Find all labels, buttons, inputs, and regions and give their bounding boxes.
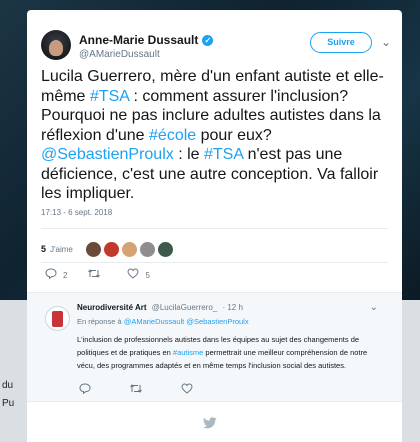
reply-to-prefix: En réponse à [77,317,124,326]
reply-count: 2 [63,270,68,280]
retweet-icon[interactable] [129,383,143,397]
liker-avatar[interactable] [156,240,174,258]
retweet-action[interactable] [87,268,107,282]
reply-actions [79,383,231,397]
background-text: du [2,380,14,391]
tweet-text-segment: pour eux? [196,126,272,144]
divider [41,262,388,263]
author-name-row[interactable]: Anne-Marie Dussault ✓ [79,33,214,47]
follow-button[interactable]: Suivre [310,32,372,53]
reply-tweet[interactable]: Neurodiversité Art @LucilaGuerrero_ · 12… [27,292,402,402]
tweet-header: Anne-Marie Dussault ✓ @AMarieDussault Su… [41,30,391,70]
author-handle[interactable]: @AMarieDussault [79,49,160,60]
liker-avatar[interactable] [102,240,120,258]
reply-to-line: En réponse à @AMarieDussault @SebastienP… [77,317,249,326]
liker-avatar[interactable] [120,240,138,258]
hashtag-link[interactable]: #autisme [173,348,203,357]
author-avatar[interactable] [41,30,71,60]
tweet-modal: Anne-Marie Dussault ✓ @AMarieDussault Su… [27,10,402,442]
reply-author-name[interactable]: Neurodiversité Art [77,303,147,312]
mention-link[interactable]: @SebastienProulx [41,146,174,163]
chevron-down-icon[interactable]: ⌄ [381,35,391,49]
chevron-down-icon[interactable]: ⌄ [370,302,378,313]
reply-author-row: Neurodiversité Art @LucilaGuerrero_ · 12… [77,303,243,312]
likers-list [84,240,174,258]
reply-icon [45,268,57,282]
liker-avatar[interactable] [84,240,102,258]
tweet-timestamp[interactable]: 17:13 - 6 sept. 2018 [41,208,112,217]
likes-count[interactable]: 5 [41,244,46,254]
heart-icon [127,268,139,282]
twitter-bird-icon [202,417,217,432]
hashtag-link[interactable]: #TSA [90,88,129,105]
likes-label[interactable]: J'aime [50,245,73,254]
likes-row: 5 J'aime [41,236,174,262]
tweet-actions: 2 5 [45,268,170,282]
background-text: Pu [2,398,15,409]
reply-age[interactable]: · 12 h [222,303,242,312]
mention-link[interactable]: @SebastienProulx [186,317,248,326]
tweet-text: Lucila Guerrero, mère d'un enfant autist… [41,67,391,204]
reply-action[interactable]: 2 [45,268,67,282]
reply-author-handle[interactable]: @LucilaGuerrero_ [152,303,217,312]
hashtag-link[interactable]: #école [149,127,196,144]
tweet-text-segment: : le [173,146,204,163]
reply-icon[interactable] [79,383,91,397]
mention-link[interactable]: @AMarieDussault [124,317,185,326]
author-name[interactable]: Anne-Marie Dussault [79,33,198,47]
reply-author-avatar[interactable] [45,306,70,331]
like-count: 5 [145,270,150,280]
like-action[interactable]: 5 [127,268,150,282]
retweet-icon [87,268,101,282]
reply-text: L'inclusion de professionnels autistes d… [77,333,382,372]
divider [41,228,388,229]
liker-avatar[interactable] [138,240,156,258]
verified-badge-icon: ✓ [202,34,214,46]
heart-icon[interactable] [181,383,193,397]
hashtag-link[interactable]: #TSA [204,146,243,163]
